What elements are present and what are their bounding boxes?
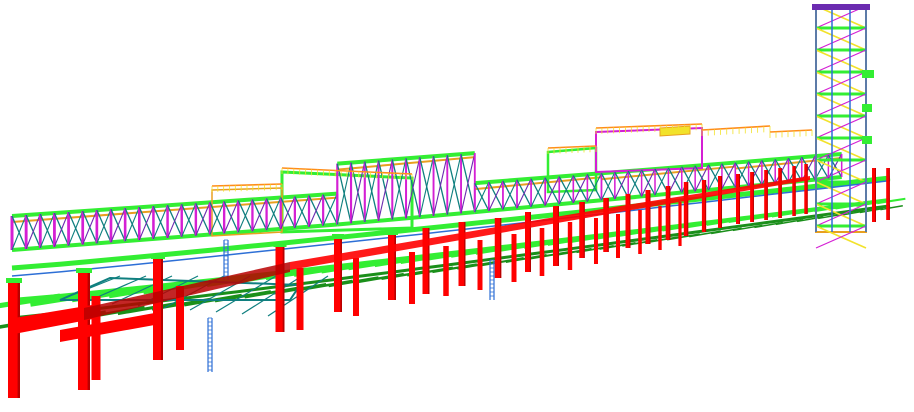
steel-column-rear [638,210,642,254]
steel-column-shade [687,182,689,236]
structural-model-drawing [0,4,906,398]
steel-column-shade [583,202,585,258]
steel-column-rear [443,246,449,296]
steel-column-rear [409,252,415,304]
steel-column-shade [394,234,396,300]
tower-platform [862,70,874,78]
steel-column-rear [594,218,598,264]
steel-column-shade [557,206,559,266]
column-cap [151,254,165,259]
steel-column-shade [629,194,631,248]
steel-column-shade [780,168,782,218]
steel-column-rear [616,214,620,258]
tower-platform [862,136,872,144]
column-cap [273,242,287,247]
steel-column-shade [17,282,20,398]
steel-column-shade [705,180,707,232]
column-cap [386,230,398,235]
column-cap [6,278,22,283]
steel-column-shade [161,258,163,360]
steel-column-shade [428,228,430,294]
steel-column-rear [477,240,483,290]
steel-column-rear [539,228,545,276]
column-cap [332,234,344,239]
steel-column-shade [607,198,609,252]
tower-platform [862,104,872,112]
steel-column-rear [567,222,573,270]
truss-top-chord [11,191,338,218]
steel-column-shade [340,238,342,312]
steel-column-shade [888,168,890,220]
steel-column-shade [669,186,671,240]
steel-column-shade [794,166,796,216]
steel-column-shade [752,172,754,222]
steel-column-shade [766,170,768,220]
steel-column-rear [511,234,517,282]
steel-column-shade [529,212,531,272]
steel-column-rear [658,206,662,250]
model-viewport[interactable] [0,0,914,412]
steel-column-rear [296,268,304,330]
steel-column-shade [649,190,651,244]
steel-column-shade [464,222,466,286]
steel-column-shade [721,176,722,228]
steel-column-shade [282,246,285,332]
access-ladders [207,239,495,372]
tower-roof [812,4,870,10]
steel-column-shade [806,164,808,214]
column-cap [76,268,92,273]
handrail [701,125,771,131]
platform-plate [659,125,691,137]
steel-column-shade [739,174,740,224]
steel-column-rear [678,202,682,246]
steel-column-shade [875,168,876,222]
steel-column-rear [353,258,359,316]
